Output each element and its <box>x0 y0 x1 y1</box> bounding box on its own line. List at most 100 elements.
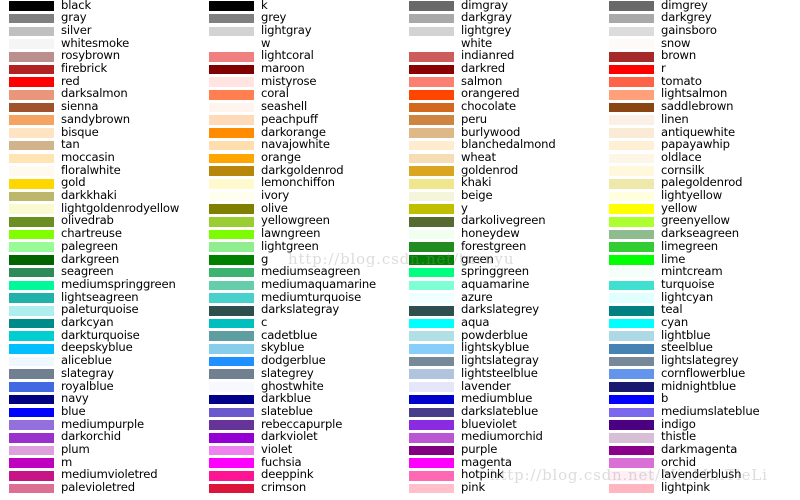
color-name-label: oldlace <box>661 149 702 164</box>
color-swatch <box>9 382 54 392</box>
color-name-label: slategray <box>61 365 114 380</box>
color-row: indigo <box>600 417 800 432</box>
color-swatch <box>9 64 54 75</box>
color-swatch <box>409 128 454 138</box>
color-row: forestgreen <box>400 239 600 254</box>
color-row: darkslategray <box>200 302 400 318</box>
color-swatch <box>9 369 54 380</box>
color-swatch <box>209 407 254 418</box>
color-swatch <box>409 115 454 126</box>
color-swatch <box>209 267 254 278</box>
color-swatch <box>9 318 54 329</box>
color-swatch <box>9 1 54 11</box>
color-swatch-table: black gray silver whitesmoke rosybrown firebr… <box>0 0 800 500</box>
color-swatch <box>609 229 654 240</box>
color-row: lightgrey <box>400 23 600 38</box>
color-swatch <box>609 318 654 329</box>
color-row: hotpink <box>400 468 600 483</box>
color-swatch <box>209 255 254 265</box>
color-swatch <box>9 140 54 151</box>
color-row: darksalmon <box>0 87 200 102</box>
color-swatch <box>9 178 54 189</box>
color-name-label: moccasin <box>61 149 115 164</box>
color-row: darkviolet <box>200 430 400 445</box>
color-swatch <box>209 128 254 138</box>
color-row: k <box>200 0 400 13</box>
color-swatch <box>609 166 654 176</box>
color-swatch <box>209 115 254 126</box>
color-row: royalblue <box>0 379 200 394</box>
color-row: pink <box>400 480 600 496</box>
color-swatch <box>409 77 454 87</box>
color-swatch <box>409 318 454 329</box>
color-row: khaki <box>400 176 600 191</box>
color-column-0: black gray silver whitesmoke rosybrown firebr… <box>0 0 200 500</box>
color-swatch <box>409 166 454 176</box>
color-swatch <box>209 51 254 62</box>
color-row: chocolate <box>400 100 600 115</box>
color-name-label: peru <box>461 111 488 126</box>
color-swatch <box>409 382 454 392</box>
color-swatch <box>409 153 454 164</box>
color-swatch <box>9 166 54 176</box>
color-swatch <box>209 242 254 253</box>
color-swatch <box>609 13 654 24</box>
color-swatch <box>609 191 654 202</box>
color-swatch <box>9 458 54 468</box>
color-row: navy <box>0 392 200 407</box>
color-swatch <box>9 420 54 430</box>
color-name-label: aquamarine <box>461 276 530 291</box>
color-name-label: pink <box>461 480 486 495</box>
color-swatch <box>209 420 254 430</box>
color-name-label: mediumspringgreen <box>61 276 176 291</box>
color-swatch <box>609 64 654 75</box>
color-name-label: midnightblue <box>661 378 736 393</box>
color-row: midnightblue <box>600 378 800 394</box>
color-name-label: darkslategray <box>261 302 340 317</box>
color-swatch <box>209 217 254 227</box>
color-swatch <box>609 407 654 418</box>
color-row: lemonchiffon <box>200 176 400 191</box>
color-row: darkorchid <box>0 430 200 445</box>
color-swatch <box>609 77 654 87</box>
color-swatch <box>409 369 454 380</box>
color-swatch <box>9 39 54 49</box>
color-swatch <box>209 445 254 456</box>
color-swatch <box>209 13 254 24</box>
color-swatch <box>609 483 654 494</box>
color-row: blanchedalmond <box>400 138 600 153</box>
color-swatch <box>9 305 54 316</box>
color-swatch <box>9 229 54 240</box>
color-row: lightyellow <box>600 189 800 204</box>
color-swatch <box>609 128 654 138</box>
color-name-label: silver <box>61 22 92 37</box>
color-name-label: brown <box>661 48 697 63</box>
color-swatch <box>209 356 254 367</box>
color-name-label: slateblue <box>261 403 313 418</box>
color-swatch <box>9 267 54 278</box>
color-swatch <box>409 420 454 430</box>
color-swatch <box>9 191 54 202</box>
color-swatch <box>209 90 254 100</box>
color-swatch <box>209 471 254 481</box>
color-row: palevioletred <box>0 481 200 496</box>
color-name-label: blue <box>61 403 86 418</box>
color-row: lightpink <box>600 481 800 496</box>
color-swatch <box>409 26 454 37</box>
color-swatch <box>209 191 254 202</box>
color-swatch <box>9 293 54 303</box>
color-row: sandybrown <box>0 112 200 127</box>
color-column-1: k grey lightgray w lightcoral maroon mistyrose… <box>200 0 400 500</box>
color-row: mediumslateblue <box>600 404 800 419</box>
color-swatch <box>9 432 54 443</box>
color-swatch <box>609 356 654 367</box>
color-row: gray <box>0 11 200 26</box>
color-row: plum <box>0 443 200 458</box>
color-swatch <box>9 102 54 113</box>
color-swatch <box>209 102 254 113</box>
color-swatch <box>609 445 654 456</box>
color-name-label: mediumaquamarine <box>261 276 377 291</box>
color-name-label: lightgray <box>261 22 312 37</box>
color-row: bisque <box>0 125 200 140</box>
color-swatch <box>9 445 54 456</box>
